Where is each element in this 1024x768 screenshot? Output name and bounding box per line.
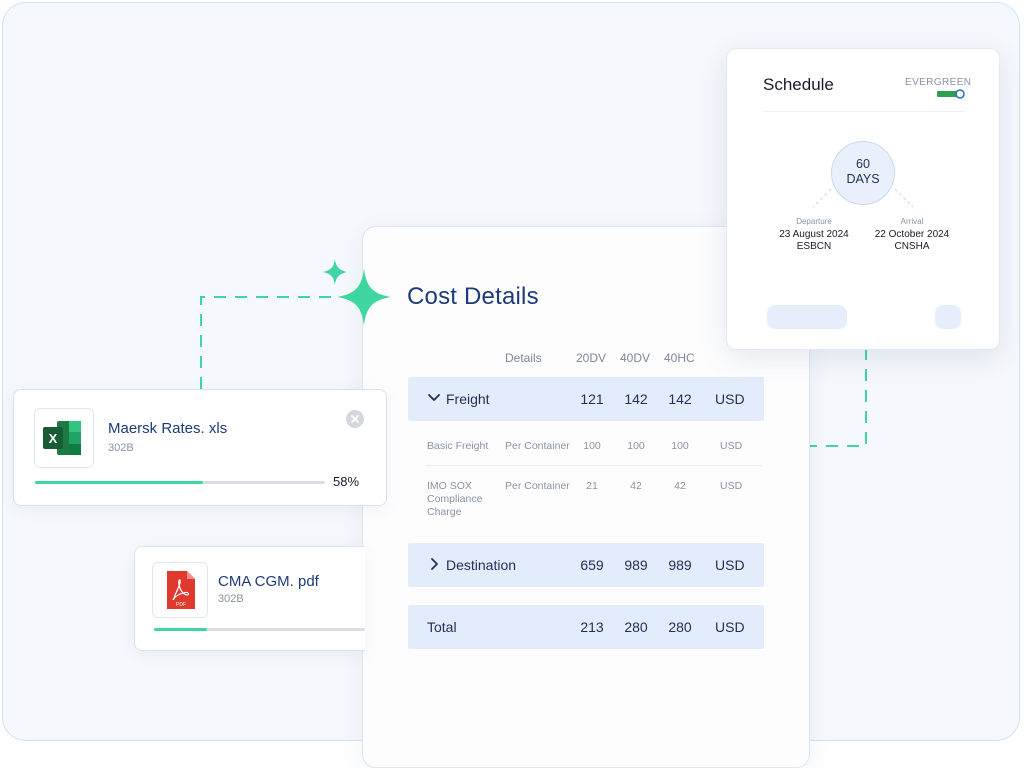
total-label: Total	[427, 619, 457, 635]
schedule-card: Schedule EVERGREEN 60 DAYS Departure 23 …	[726, 48, 1000, 350]
svg-text:PDF: PDF	[176, 602, 186, 608]
freight-label: Freight	[446, 391, 490, 407]
column-header-40dv: 40DV	[620, 351, 651, 365]
placeholder-icon-button[interactable]	[935, 305, 961, 329]
chevron-down-icon	[428, 394, 440, 401]
upload-progress-bar	[35, 481, 325, 484]
row-40dv: 100	[627, 440, 645, 452]
pdf-icon: PDF	[167, 571, 195, 609]
total-20dv: 213	[580, 619, 604, 635]
arrival-date: 22 October 2024	[874, 229, 950, 240]
freight-40dv: 142	[624, 391, 648, 407]
svg-text:X: X	[49, 431, 58, 446]
row-name-line: Charge	[427, 506, 462, 518]
row-name-line: IMO SOX	[427, 480, 472, 492]
file-icon-box: PDF	[152, 562, 208, 618]
freight-row[interactable]: Freight 121 142 142 USD	[408, 377, 764, 421]
row-20dv: 21	[586, 480, 598, 492]
departure-info: Departure 23 August 2024 ESBCN	[759, 217, 869, 252]
column-header-40hc: 40HC	[664, 351, 695, 365]
table-row: IMO SOX Compliance Charge Per Container …	[408, 480, 764, 520]
upload-progress-fill	[154, 628, 207, 631]
row-basis: Per Container	[505, 440, 570, 452]
row-40hc: 42	[674, 480, 686, 492]
destination-currency: USD	[715, 557, 745, 573]
row-currency: USD	[720, 480, 743, 492]
freight-20dv: 121	[580, 391, 604, 407]
total-40hc: 280	[668, 619, 692, 635]
arrival-info: Arrival 22 October 2024 CNSHA	[857, 217, 967, 252]
column-header-20dv: 20DV	[576, 351, 607, 365]
upload-progress-label: 58%	[333, 474, 360, 489]
upload-progress-bar	[154, 628, 365, 631]
cost-details-title: Cost Details	[407, 283, 539, 310]
row-basis: Per Container	[505, 480, 570, 492]
freight-40hc: 142	[668, 391, 692, 407]
row-name: Basic Freight	[427, 440, 489, 452]
file-size: 302B	[108, 442, 134, 454]
file-name: CMA CGM. pdf	[218, 573, 319, 590]
excel-icon: X	[43, 421, 81, 455]
destination-label: Destination	[446, 557, 517, 573]
placeholder-button[interactable]	[767, 305, 847, 329]
file-size: 302B	[218, 593, 244, 605]
close-icon	[351, 415, 359, 423]
file-upload-card: PDF CMA CGM. pdf 302B	[134, 546, 365, 651]
arrival-label: Arrival	[900, 217, 924, 226]
file-upload-card: X Maersk Rates. xls 302B 58%	[13, 389, 387, 506]
row-20dv: 100	[583, 440, 601, 452]
row-40hc: 100	[671, 440, 689, 452]
departure-port: ESBCN	[796, 241, 832, 252]
departure-label: Departure	[796, 217, 832, 226]
remove-file-button[interactable]	[346, 410, 364, 428]
transit-days-badge: 60 DAYS	[831, 141, 895, 205]
destination-20dv: 659	[580, 557, 604, 573]
destination-row[interactable]: Destination 659 989 989 USD	[408, 543, 764, 587]
total-40dv: 280	[624, 619, 648, 635]
destination-40dv: 989	[624, 557, 648, 573]
destination-40hc: 989	[668, 557, 692, 573]
row-divider	[425, 465, 763, 466]
chevron-right-icon	[431, 558, 438, 570]
file-icon-box: X	[34, 408, 94, 468]
column-header-details: Details	[505, 351, 542, 365]
row-40dv: 42	[630, 480, 642, 492]
row-currency: USD	[720, 440, 743, 452]
total-row: Total 213 280 280 USD	[408, 605, 764, 649]
total-currency: USD	[715, 619, 745, 635]
row-name-line: Compliance	[427, 493, 483, 505]
departure-date: 23 August 2024	[779, 229, 849, 240]
upload-progress-fill	[35, 481, 204, 484]
sparkle-small-icon	[323, 259, 347, 285]
transit-days-unit: DAYS	[846, 172, 880, 186]
transit-days-value: 60	[856, 157, 870, 171]
freight-currency: USD	[715, 391, 745, 407]
file-name: Maersk Rates. xls	[108, 420, 228, 437]
arrival-port: CNSHA	[894, 241, 930, 252]
